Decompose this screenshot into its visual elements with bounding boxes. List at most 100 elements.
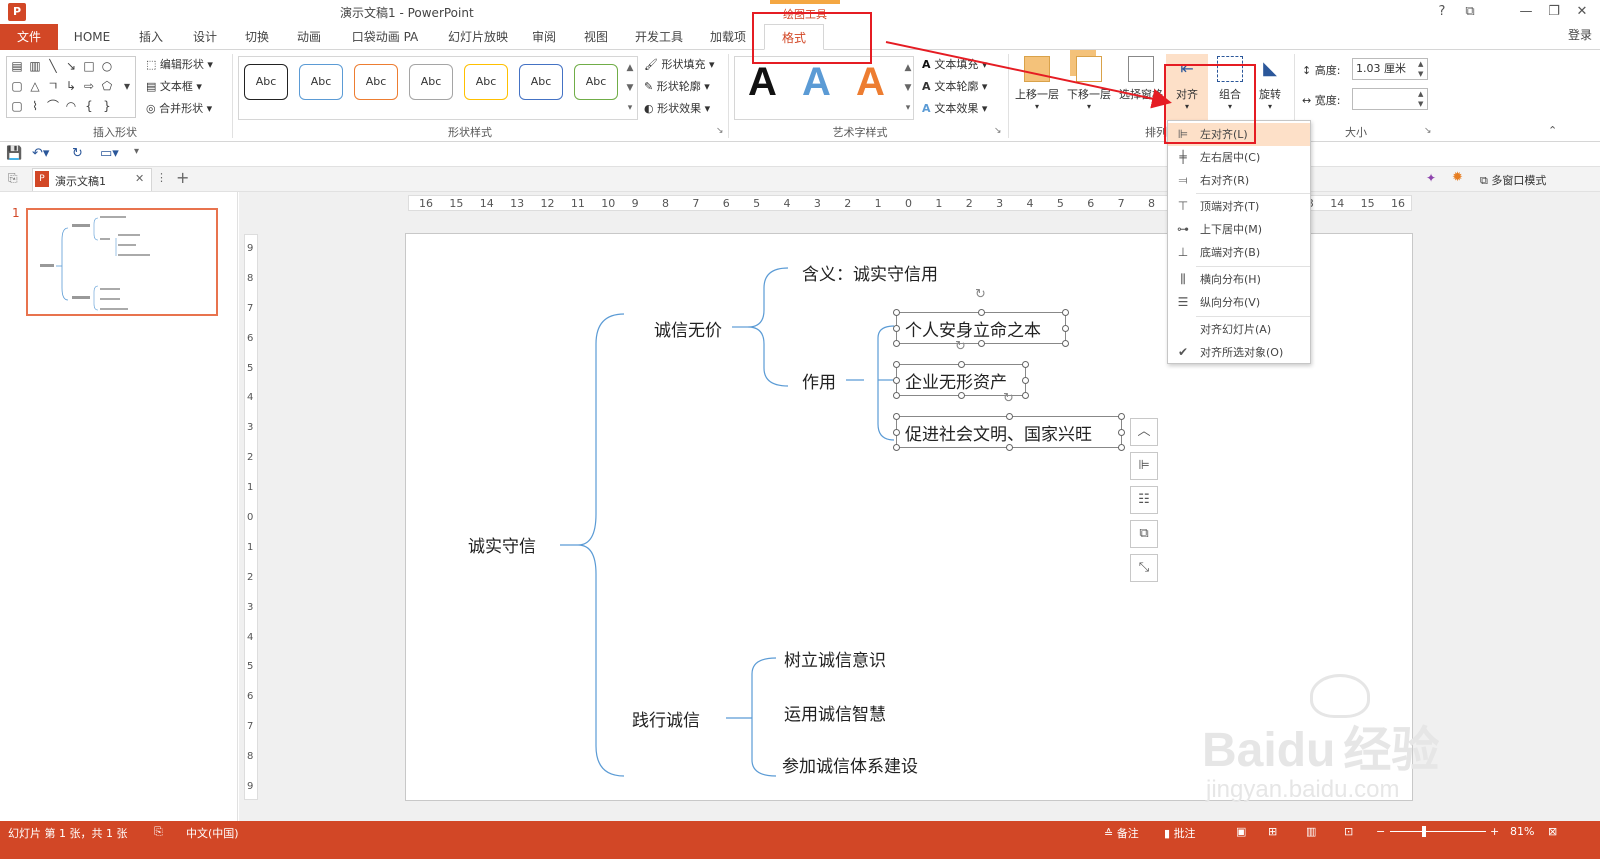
resize-handle[interactable] [1022,392,1029,399]
shape-effects-button[interactable]: ◐ 形状效果 ▾ [644,100,710,116]
arc-shape-icon[interactable]: ◠ [63,99,79,113]
shape-style-preset[interactable]: Abc [519,64,563,100]
resize-handle[interactable] [893,340,900,347]
mindmap-leaf-node[interactable]: 树立诚信意识 [784,646,886,671]
brace-right-shape-icon[interactable]: } [99,99,115,113]
resize-handle[interactable] [1118,429,1125,436]
reading-view-icon[interactable]: ▥ [1306,825,1316,838]
close-icon[interactable]: ✕ [1568,2,1596,22]
help-button[interactable]: ? [1428,2,1456,22]
tab-design[interactable]: 设计 [182,24,228,50]
menu-item-align-selected-objects[interactable]: ✔ 对齐所选对象(O) [1168,341,1310,364]
tab-transitions[interactable]: 切换 [234,24,280,50]
settings-gear-icon[interactable]: ✹ [1452,170,1463,185]
brace-left-shape-icon[interactable]: { [81,99,97,113]
shape-style-preset[interactable]: Abc [354,64,398,100]
tab-file[interactable]: 文件 [0,24,58,50]
wordart-sample[interactable]: A [802,60,831,105]
resize-handle[interactable] [1006,413,1013,420]
slide-sorter-icon[interactable]: ⊞ [1268,825,1277,838]
shape-style-preset[interactable]: Abc [464,64,508,100]
tab-addins[interactable]: 加载项 [702,24,754,50]
resize-handle[interactable] [1022,361,1029,368]
slideshow-view-icon[interactable]: ⊡ [1344,825,1353,838]
menu-item-align-to-slide[interactable]: 对齐幻灯片(A) [1168,318,1310,341]
tab-insert[interactable]: 插入 [128,24,174,50]
slide-thumbnail[interactable] [26,208,218,316]
notes-button[interactable]: ≙ 备注 [1104,825,1139,841]
zoom-slider-track[interactable] [1390,831,1486,832]
rotate-button[interactable]: ◣ 旋转 ▾ [1250,54,1290,120]
tab-slideshow[interactable]: 幻灯片放映 [438,24,518,50]
resize-handle[interactable] [1062,309,1069,316]
width-input[interactable] [1352,88,1428,110]
resize-handle[interactable] [893,429,900,436]
shape-style-preset[interactable]: Abc [409,64,453,100]
menu-item-distribute-horizontal[interactable]: ⫼ 横向分布(H) [1168,268,1310,291]
resize-handle[interactable] [978,340,985,347]
slideshow-from-start-icon[interactable]: ▭▾ [100,146,119,161]
wand-icon[interactable]: ✦ [1426,171,1436,185]
block-arrow-shape-icon[interactable]: ⇨ [81,79,97,93]
quick-arrange-icon[interactable]: ⧉ [1130,520,1158,548]
spell-check-icon[interactable]: ⎘ [154,825,163,839]
customize-qat-icon[interactable]: ▾ [134,146,139,157]
tab-developer[interactable]: 开发工具 [626,24,692,50]
gallery-scroll-icon[interactable]: ▲ ▼ ▾ [624,58,636,118]
resize-handle[interactable] [958,392,965,399]
pentagon-shape-icon[interactable]: ⬠ [99,79,115,93]
rotate-handle-icon[interactable]: ↻ [955,339,966,354]
wordart-sample[interactable]: A [748,60,777,105]
shapes-more-icon[interactable]: ▾ [119,79,135,93]
rotate-handle-icon[interactable]: ↻ [975,287,986,302]
dialog-launcher-icon[interactable]: ↘ [716,126,724,136]
menu-item-align-top[interactable]: ⊤ 顶端对齐(T) [1168,195,1310,218]
mindmap-root-node[interactable]: 诚实守信 [468,532,536,557]
collapse-quick-toolbar-icon[interactable]: ︿ [1130,418,1158,446]
menu-item-align-bottom[interactable]: ⊥ 底端对齐(B) [1168,241,1310,264]
mindmap-branch-node[interactable]: 践行诚信 [632,706,700,731]
textbox-shape-icon[interactable]: ▤ [9,59,25,73]
merge-shapes-button[interactable]: ◎ 合并形状 ▾ [146,100,212,116]
new-tab-icon[interactable]: + [176,168,189,187]
tab-view[interactable]: 视图 [576,24,616,50]
resize-handle[interactable] [893,377,900,384]
zoom-out-icon[interactable]: − [1376,825,1385,838]
multi-window-mode-button[interactable]: ⧉ 多窗口模式 [1480,172,1546,188]
dialog-launcher-icon[interactable]: ↘ [994,126,1002,136]
resize-handle[interactable] [893,361,900,368]
zoom-in-icon[interactable]: + [1490,825,1499,838]
resize-handle[interactable] [893,325,900,332]
triangle-shape-icon[interactable]: △ [27,79,43,93]
mindmap-leaf-node[interactable]: 运用诚信智慧 [784,700,886,725]
menu-item-distribute-vertical[interactable]: ☰ 纵向分布(V) [1168,291,1310,314]
resize-handle[interactable] [1006,444,1013,451]
vertical-textbox-shape-icon[interactable]: ▥ [27,59,43,73]
resize-handle[interactable] [1062,340,1069,347]
rounded-rect-shape-icon[interactable]: ▢ [9,79,25,93]
menu-item-align-right[interactable]: ⫤ 右对齐(R) [1168,169,1310,192]
shapes-gallery[interactable]: ▤ ▥ ╲ ↘ □ ○ ▢ △ ㄱ ↳ ⇨ ⬠ ▢ ⌇ ⌒ ◠ { } ▾ [6,56,136,118]
quick-layout-icon[interactable]: ☷ [1130,486,1158,514]
tab-list-icon[interactable]: ⎘ [8,171,18,186]
comments-button[interactable]: ▮ 批注 [1164,825,1196,841]
width-spinner-icon[interactable]: ▲ ▼ [1418,89,1423,109]
shape-style-preset[interactable]: Abc [574,64,618,100]
resize-handle[interactable] [958,361,965,368]
mindmap-branch-node[interactable]: 诚信无价 [654,316,722,341]
tab-more-icon[interactable]: ⋮ [156,171,167,184]
mindmap-sub-branch-node[interactable]: 作用 [802,368,836,393]
dialog-launcher-icon[interactable]: ↘ [1424,126,1432,136]
resize-handle[interactable] [1062,325,1069,332]
menu-item-align-center[interactable]: ╪ 左右居中(C) [1168,146,1310,169]
fit-to-window-icon[interactable]: ⊠ [1548,825,1557,838]
zoom-slider-thumb[interactable] [1422,826,1426,837]
elbow-connector-shape-icon[interactable]: ㄱ [45,79,61,93]
undo-icon[interactable]: ↶▾ [32,146,49,161]
resize-handle[interactable] [1022,377,1029,384]
ribbon-display-options-icon[interactable]: ⧉ [1456,2,1484,22]
language-status[interactable]: 中文(中国) [186,825,239,841]
tab-home[interactable]: HOME [66,24,118,50]
shape-fill-button[interactable]: 🖌 形状填充 ▾ [644,56,715,72]
save-icon[interactable]: 💾 [6,146,22,161]
